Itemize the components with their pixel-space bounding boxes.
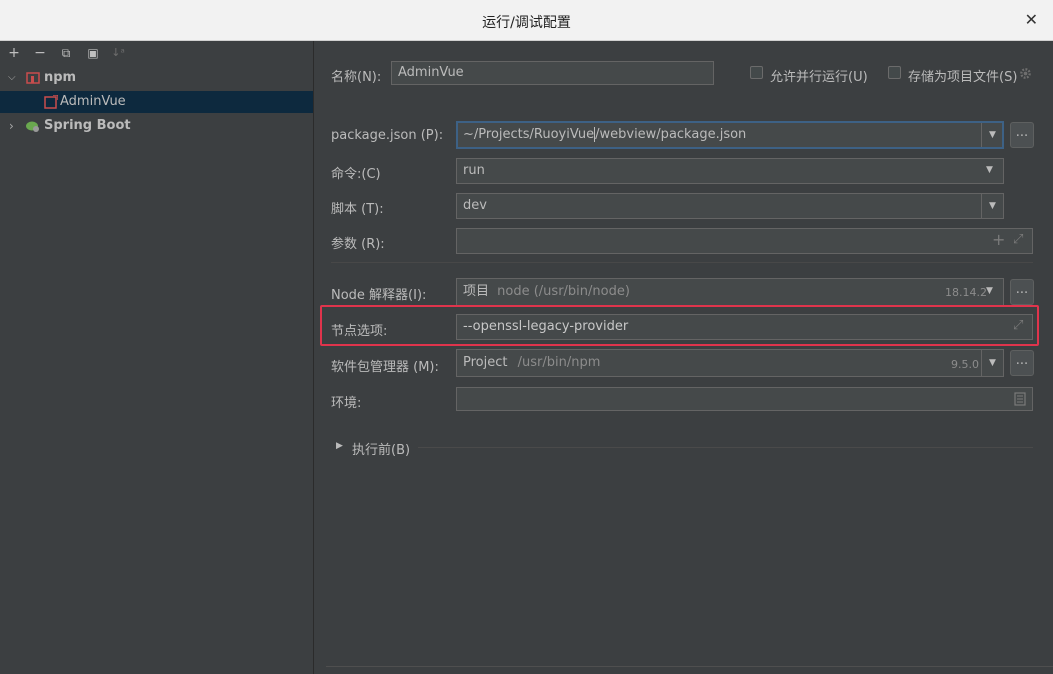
parallel-checkbox[interactable] (750, 66, 763, 79)
folder-icon[interactable]: ▣ (84, 44, 102, 62)
node-interpreter-dropdown[interactable]: ▼ (986, 286, 993, 296)
gear-icon[interactable] (1019, 67, 1032, 80)
bottom-divider (326, 666, 1053, 667)
package-manager-combobox[interactable]: Project /usr/bin/npm (456, 349, 1004, 377)
remove-icon[interactable]: − (31, 44, 49, 62)
spring-boot-icon (26, 121, 39, 132)
tree-label-adminvue: AdminVue (60, 94, 126, 109)
tree-label-spring-boot: Spring Boot (44, 118, 131, 133)
environment-label: 环境: (331, 396, 362, 411)
package-manager-dropdown[interactable]: ▼ (981, 350, 1003, 376)
npm-config-icon (44, 95, 58, 109)
chevron-right-icon[interactable]: ▶ (336, 441, 343, 451)
close-icon[interactable]: ✕ (1025, 10, 1038, 29)
document-icon[interactable] (1014, 392, 1026, 406)
command-select[interactable]: run (456, 158, 1004, 184)
node-version: 18.14.2 (945, 286, 987, 299)
sort-icon[interactable]: ↓ᵃ (109, 44, 127, 62)
environment-input[interactable] (456, 387, 1033, 411)
store-label: 存储为项目文件(S) (908, 70, 1018, 85)
package-manager-browse-button[interactable]: ... (1010, 350, 1034, 376)
config-tree-panel: + − ⧉ ▣ ↓ᵃ ⌵ npm AdminVue › Spring Boot (0, 41, 314, 674)
package-json-value-part2: /webview/package.json (595, 127, 747, 142)
node-interpreter-browse-button[interactable]: ... (1010, 279, 1034, 305)
parallel-label: 允许并行运行(U) (770, 70, 868, 85)
tree-label-npm: npm (44, 70, 77, 85)
before-launch-label[interactable]: 执行前(B) (352, 439, 410, 458)
name-label: 名称(N): (331, 70, 382, 85)
package-json-dropdown[interactable]: ▼ (981, 123, 1003, 147)
package-manager-version: 9.5.0 (951, 358, 979, 371)
package-manager-label: 软件包管理器 (M): (331, 360, 439, 375)
tree-item-spring-boot[interactable]: › Spring Boot (0, 115, 313, 137)
package-manager-project: Project (463, 355, 508, 370)
before-launch-divider (418, 447, 1033, 448)
plus-icon[interactable]: + (992, 230, 1005, 249)
command-dropdown-icon[interactable]: ▼ (986, 165, 993, 175)
package-json-value-part1: ~/Projects/RuoyiVue (463, 127, 595, 142)
section-divider (331, 262, 1033, 263)
node-interpreter-project: 项目 (463, 284, 490, 299)
npm-icon (26, 72, 40, 84)
copy-icon[interactable]: ⧉ (57, 44, 75, 62)
chevron-down-icon[interactable]: ⌵ (8, 67, 16, 89)
tree-item-adminvue[interactable]: AdminVue (0, 91, 313, 113)
package-json-browse-button[interactable]: ... (1010, 122, 1034, 148)
package-json-label: package.json (P): (331, 128, 444, 143)
store-checkbox[interactable] (888, 66, 901, 79)
name-input[interactable]: AdminVue (391, 61, 714, 85)
script-label: 脚本 (T): (331, 202, 384, 217)
args-label: 参数 (R): (331, 237, 385, 252)
node-options-input[interactable]: --openssl-legacy-provider (456, 314, 1033, 340)
tree-toolbar: + − ⧉ ▣ ↓ᵃ (0, 41, 313, 65)
chevron-right-icon[interactable]: › (9, 115, 14, 137)
tree-item-npm[interactable]: ⌵ npm (0, 67, 313, 89)
expand-icon[interactable]: ⤢ (1013, 318, 1023, 333)
add-icon[interactable]: + (5, 44, 23, 62)
node-interpreter-path: node (/usr/bin/node) (497, 284, 630, 299)
command-label: 命令:(C) (331, 167, 381, 182)
dialog-titlebar: 运行/调试配置 ✕ (0, 0, 1053, 41)
package-json-combobox[interactable]: ~/Projects/RuoyiVue/webview/package.json (456, 121, 1004, 149)
node-interpreter-combobox[interactable]: 项目 node (/usr/bin/node) (456, 278, 1004, 306)
config-form-panel: 名称(N): AdminVue 允许并行运行(U) 存储为项目文件(S) pac… (314, 41, 1053, 674)
args-input[interactable] (456, 228, 1033, 254)
dialog-title: 运行/调试配置 (482, 15, 571, 31)
expand-icon[interactable]: ⤢ (1013, 232, 1023, 247)
script-combobox[interactable]: dev (456, 193, 1004, 219)
node-options-label: 节点选项: (331, 324, 388, 339)
script-dropdown[interactable]: ▼ (981, 194, 1003, 218)
node-interpreter-label: Node 解释器(I): (331, 288, 427, 303)
package-manager-path: /usr/bin/npm (517, 355, 601, 370)
